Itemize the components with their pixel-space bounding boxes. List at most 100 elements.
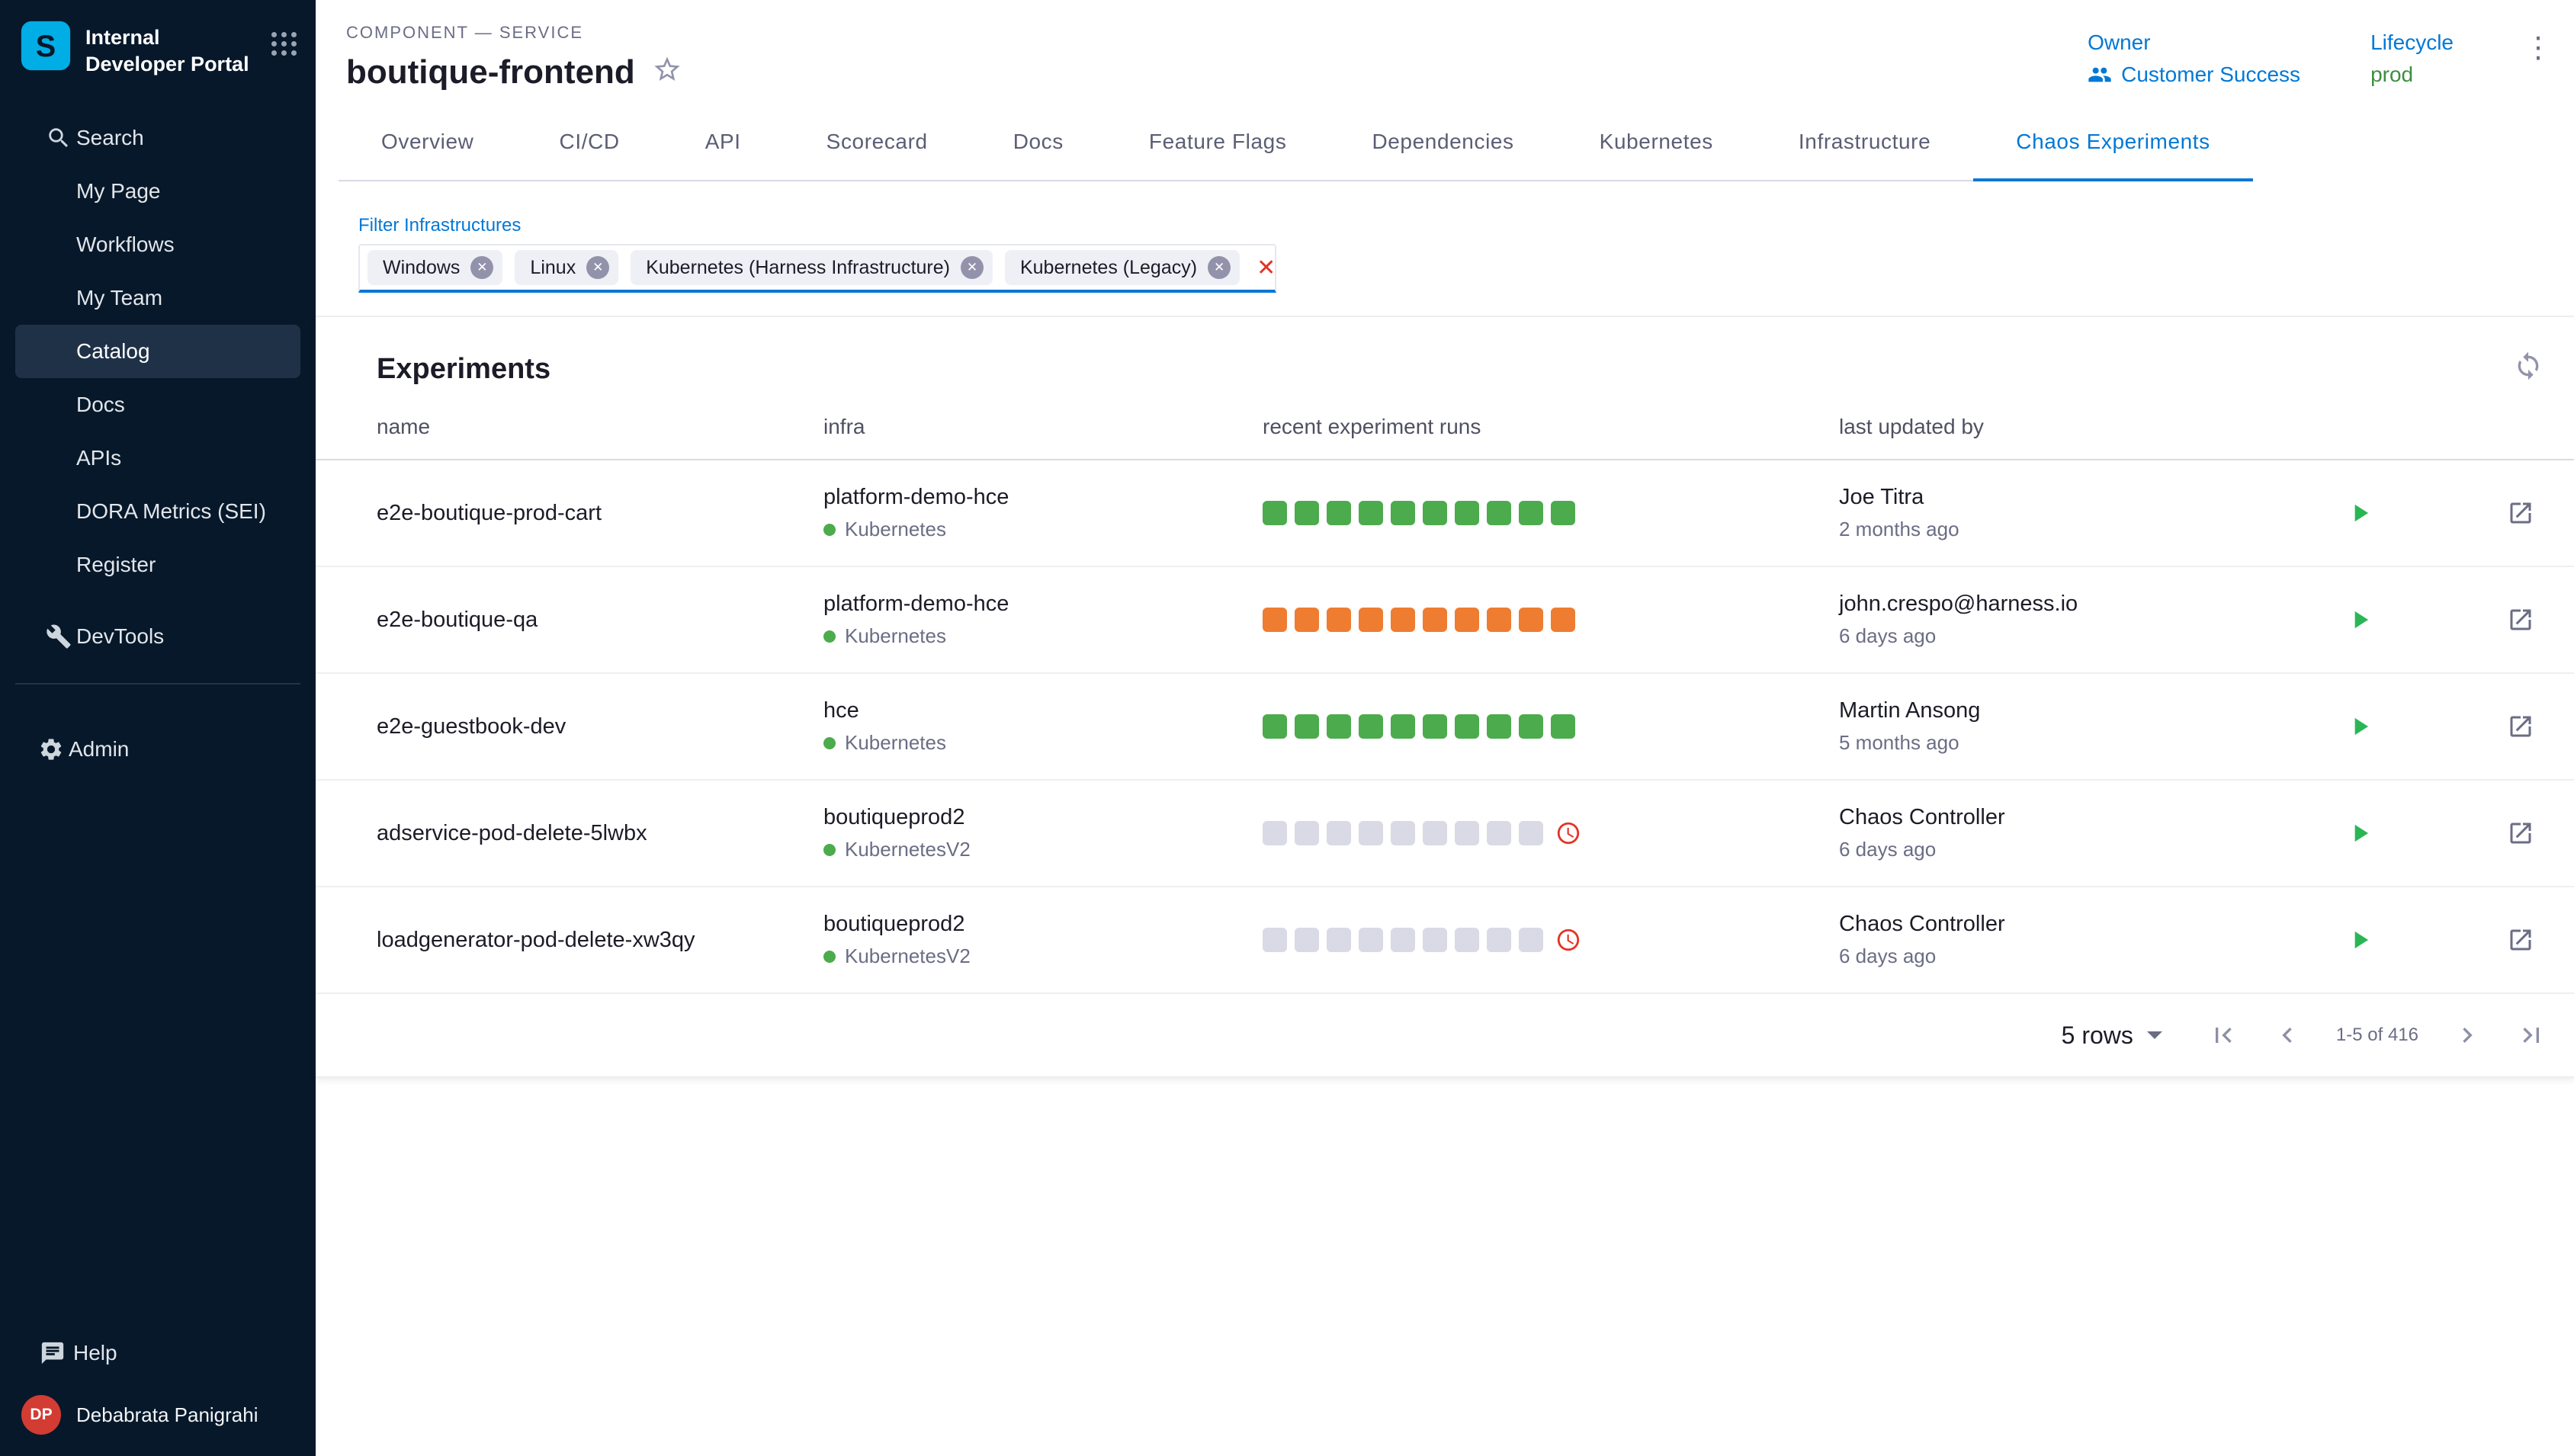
tab-scorecard[interactable]: Scorecard: [784, 104, 971, 180]
run-square[interactable]: [1295, 714, 1319, 739]
tab-docs[interactable]: Docs: [971, 104, 1106, 180]
next-page-icon[interactable]: [2452, 1020, 2483, 1050]
owner-link[interactable]: Customer Success: [2088, 63, 2300, 87]
run-square[interactable]: [1359, 821, 1383, 845]
run-square[interactable]: [1263, 501, 1287, 525]
run-square[interactable]: [1551, 501, 1575, 525]
user-menu[interactable]: DP Debabrata Panigrahi: [0, 1380, 316, 1441]
previous-page-icon[interactable]: [2272, 1020, 2303, 1050]
run-square[interactable]: [1455, 501, 1479, 525]
run-experiment-button[interactable]: [2345, 712, 2374, 741]
open-in-new-icon[interactable]: [2507, 926, 2534, 954]
tab-overview[interactable]: Overview: [339, 104, 517, 180]
run-square[interactable]: [1455, 714, 1479, 739]
run-square[interactable]: [1455, 928, 1479, 952]
run-square[interactable]: [1423, 928, 1447, 952]
run-square[interactable]: [1455, 821, 1479, 845]
chip-remove-icon[interactable]: ✕: [1208, 256, 1231, 279]
open-in-new-icon[interactable]: [2507, 499, 2534, 527]
run-square[interactable]: [1519, 821, 1543, 845]
run-experiment-button[interactable]: [2345, 925, 2374, 954]
run-square[interactable]: [1359, 928, 1383, 952]
run-square[interactable]: [1551, 714, 1575, 739]
run-square[interactable]: [1327, 821, 1351, 845]
open-in-new-icon[interactable]: [2507, 606, 2534, 633]
run-square[interactable]: [1519, 928, 1543, 952]
run-square[interactable]: [1263, 928, 1287, 952]
run-square[interactable]: [1487, 608, 1511, 632]
run-square[interactable]: [1327, 608, 1351, 632]
run-square[interactable]: [1487, 501, 1511, 525]
sidebar-item-search[interactable]: Search: [15, 111, 300, 165]
run-square[interactable]: [1359, 501, 1383, 525]
run-square[interactable]: [1327, 501, 1351, 525]
experiment-row[interactable]: e2e-boutique-qa platform-demo-hce Kubern…: [316, 567, 2574, 674]
run-square[interactable]: [1391, 501, 1415, 525]
experiment-row[interactable]: loadgenerator-pod-delete-xw3qy boutiquep…: [316, 887, 2574, 994]
tab-chaos-experiments[interactable]: Chaos Experiments: [1973, 104, 2253, 180]
sidebar-item-help[interactable]: Help: [15, 1326, 300, 1380]
run-square[interactable]: [1295, 501, 1319, 525]
run-square[interactable]: [1487, 821, 1511, 845]
run-square[interactable]: [1391, 928, 1415, 952]
run-square[interactable]: [1519, 608, 1543, 632]
apps-grid-icon[interactable]: [271, 20, 297, 56]
run-square[interactable]: [1263, 821, 1287, 845]
tab-kubernetes[interactable]: Kubernetes: [1557, 104, 1756, 180]
first-page-icon[interactable]: [2208, 1020, 2239, 1050]
run-square[interactable]: [1295, 928, 1319, 952]
run-experiment-button[interactable]: [2345, 819, 2374, 848]
run-square[interactable]: [1327, 928, 1351, 952]
run-square[interactable]: [1359, 714, 1383, 739]
run-square[interactable]: [1295, 821, 1319, 845]
experiment-row[interactable]: e2e-boutique-prod-cart platform-demo-hce…: [316, 460, 2574, 567]
tab-api[interactable]: API: [663, 104, 784, 180]
sidebar-item-devtools[interactable]: DevTools: [15, 610, 300, 663]
run-square[interactable]: [1359, 608, 1383, 632]
favorite-star-icon[interactable]: [652, 54, 682, 91]
run-square[interactable]: [1423, 608, 1447, 632]
experiment-row[interactable]: e2e-guestbook-dev hce Kubernetes Martin …: [316, 674, 2574, 781]
run-square[interactable]: [1391, 714, 1415, 739]
run-square[interactable]: [1263, 714, 1287, 739]
run-experiment-button[interactable]: [2345, 499, 2374, 528]
run-square[interactable]: [1519, 501, 1543, 525]
run-square[interactable]: [1423, 501, 1447, 525]
run-square[interactable]: [1487, 714, 1511, 739]
tab-infrastructure[interactable]: Infrastructure: [1756, 104, 1973, 180]
run-square[interactable]: [1423, 714, 1447, 739]
run-experiment-button[interactable]: [2345, 605, 2374, 634]
rows-per-page-select[interactable]: 5 rows: [2062, 1021, 2162, 1050]
run-square[interactable]: [1295, 608, 1319, 632]
sidebar-item-my-page[interactable]: My Page: [15, 165, 300, 218]
run-square[interactable]: [1455, 608, 1479, 632]
run-square[interactable]: [1423, 821, 1447, 845]
run-square[interactable]: [1391, 821, 1415, 845]
clear-filters-icon[interactable]: ✕: [1252, 255, 1280, 281]
last-page-icon[interactable]: [2516, 1020, 2547, 1050]
chip-remove-icon[interactable]: ✕: [586, 256, 609, 279]
run-square[interactable]: [1519, 714, 1543, 739]
tab-feature-flags[interactable]: Feature Flags: [1106, 104, 1330, 180]
sidebar-item-docs[interactable]: Docs: [15, 378, 300, 431]
kebab-menu-icon[interactable]: ⋮: [2515, 30, 2562, 66]
sidebar-item-my-team[interactable]: My Team: [15, 271, 300, 325]
sidebar-item-workflows[interactable]: Workflows: [15, 218, 300, 271]
sidebar-item-catalog[interactable]: Catalog: [15, 325, 300, 378]
sidebar-item-dora-metrics-sei[interactable]: DORA Metrics (SEI): [15, 485, 300, 538]
run-square[interactable]: [1327, 714, 1351, 739]
run-square[interactable]: [1263, 608, 1287, 632]
run-square[interactable]: [1391, 608, 1415, 632]
tab-dependencies[interactable]: Dependencies: [1329, 104, 1556, 180]
tab-ci-cd[interactable]: CI/CD: [517, 104, 663, 180]
open-in-new-icon[interactable]: [2507, 713, 2534, 740]
refresh-icon[interactable]: [2513, 351, 2544, 387]
chip-remove-icon[interactable]: ✕: [961, 256, 984, 279]
run-square[interactable]: [1487, 928, 1511, 952]
infrastructure-filter-input[interactable]: Windows ✕ Linux ✕ Kubernetes (Harness In…: [358, 244, 1276, 293]
chip-remove-icon[interactable]: ✕: [470, 256, 493, 279]
sidebar-item-register[interactable]: Register: [15, 538, 300, 592]
sidebar-item-admin[interactable]: Admin: [15, 723, 300, 776]
experiment-row[interactable]: adservice-pod-delete-5lwbx boutiqueprod2…: [316, 781, 2574, 887]
harness-logo-icon[interactable]: S: [20, 20, 72, 72]
